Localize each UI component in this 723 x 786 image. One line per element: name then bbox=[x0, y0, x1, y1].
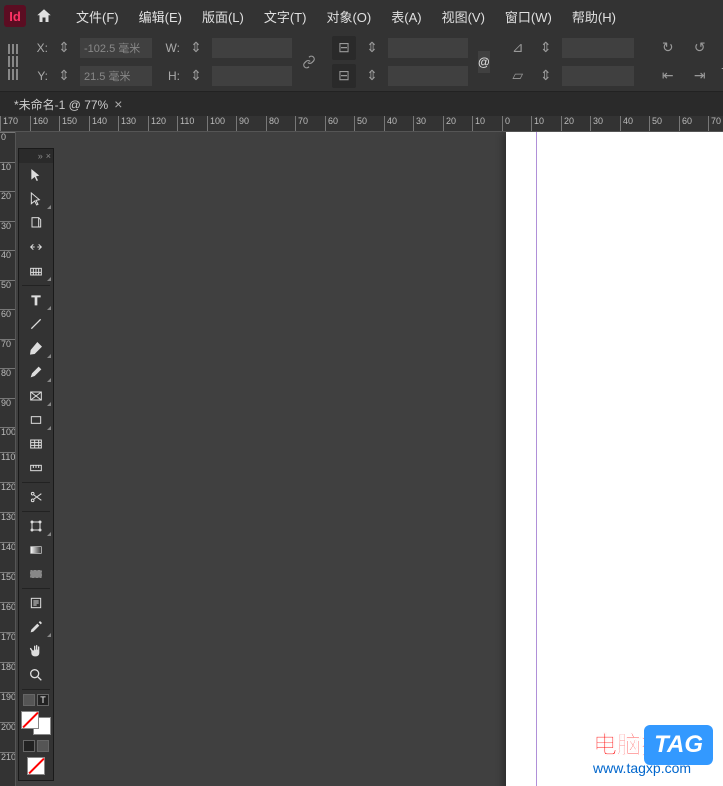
scale-y-icon[interactable]: ⊟ bbox=[332, 64, 356, 88]
document-page[interactable] bbox=[506, 132, 723, 786]
canvas-area[interactable] bbox=[16, 132, 723, 786]
shear-stepper[interactable]: ⇕ bbox=[534, 64, 558, 88]
w-stepper-icon[interactable]: ⇕ bbox=[184, 36, 208, 60]
gap-tool[interactable] bbox=[19, 235, 53, 259]
selection-tool[interactable] bbox=[19, 163, 53, 187]
tab-title: *未命名-1 @ 77% bbox=[14, 96, 108, 113]
shear-icon: ▱ bbox=[506, 64, 530, 88]
toolbox-panel: » × T bbox=[18, 148, 54, 781]
fill-stroke-swatch[interactable] bbox=[19, 710, 53, 736]
format-container-swatch[interactable] bbox=[19, 756, 53, 778]
rotate-ccw-icon[interactable]: ↺ bbox=[688, 36, 712, 60]
menu-layout[interactable]: 版面(L) bbox=[192, 3, 254, 30]
scissors-tool[interactable] bbox=[19, 485, 53, 509]
vertical-ruler[interactable]: 0102030405060708090100110120130140150160… bbox=[0, 132, 16, 786]
main-area: 0102030405060708090100110120130140150160… bbox=[0, 132, 723, 786]
rotate-input[interactable] bbox=[562, 38, 634, 58]
scale-y-input[interactable] bbox=[388, 66, 468, 86]
type-tool[interactable] bbox=[19, 288, 53, 312]
note-tool[interactable] bbox=[19, 591, 53, 615]
document-tab-bar: *未命名-1 @ 77% × bbox=[0, 92, 723, 116]
toolbox-expand-button[interactable]: » bbox=[38, 151, 43, 161]
small-fill-swatch[interactable] bbox=[23, 694, 35, 706]
pen-tool[interactable] bbox=[19, 336, 53, 360]
gradient-feather-tool[interactable] bbox=[19, 562, 53, 586]
line-tool[interactable] bbox=[19, 312, 53, 336]
menu-view[interactable]: 视图(V) bbox=[432, 3, 495, 30]
page-tool[interactable] bbox=[19, 211, 53, 235]
flip-v-icon[interactable]: ⇥ bbox=[688, 64, 712, 88]
menu-window[interactable]: 窗口(W) bbox=[495, 3, 562, 30]
swap-fill-stroke[interactable] bbox=[37, 740, 49, 752]
x-input[interactable]: -102.5 毫米 bbox=[80, 38, 152, 58]
table-tool[interactable] bbox=[19, 432, 53, 456]
y-stepper-icon[interactable]: ⇕ bbox=[52, 64, 76, 88]
direct-selection-tool[interactable] bbox=[19, 187, 53, 211]
menu-table[interactable]: 表(A) bbox=[381, 3, 431, 30]
scale-x-icon[interactable]: ⊟ bbox=[332, 36, 356, 60]
scale-y-stepper[interactable]: ⇕ bbox=[360, 64, 384, 88]
fill-swatch[interactable] bbox=[21, 711, 39, 729]
apply-none-swatch[interactable] bbox=[27, 757, 45, 775]
toolbox-header: » × bbox=[19, 149, 53, 163]
shear-input[interactable] bbox=[562, 66, 634, 86]
menu-type[interactable]: 文字(T) bbox=[254, 3, 317, 30]
menu-object[interactable]: 对象(O) bbox=[316, 3, 381, 30]
horizontal-ruler[interactable]: 1701601501401301201101009080706050403020… bbox=[0, 116, 723, 132]
default-fill-stroke[interactable] bbox=[23, 740, 35, 752]
rotate-angle-icon: ⊿ bbox=[506, 36, 530, 60]
margin-guide bbox=[536, 132, 537, 786]
scale-x-stepper[interactable]: ⇕ bbox=[360, 36, 384, 60]
menu-file[interactable]: 文件(F) bbox=[66, 3, 129, 30]
w-input[interactable] bbox=[212, 38, 292, 58]
reference-point-grid[interactable] bbox=[8, 44, 18, 80]
angle-stepper[interactable]: ⇕ bbox=[534, 36, 558, 60]
app-icon: Id bbox=[4, 5, 26, 27]
content-collector-tool[interactable] bbox=[19, 259, 53, 283]
home-button[interactable] bbox=[32, 4, 56, 28]
rectangle-frame-tool[interactable] bbox=[19, 384, 53, 408]
zoom-tool[interactable] bbox=[19, 663, 53, 687]
constrain-link-icon[interactable] bbox=[302, 50, 316, 74]
free-transform-tool[interactable] bbox=[19, 514, 53, 538]
h-label: H: bbox=[162, 69, 180, 83]
scale-x-input[interactable] bbox=[388, 38, 468, 58]
menu-edit[interactable]: 编辑(E) bbox=[129, 3, 192, 30]
hand-tool[interactable] bbox=[19, 639, 53, 663]
rotate-cw-icon[interactable]: ↻ bbox=[656, 36, 680, 60]
w-label: W: bbox=[162, 41, 180, 55]
tab-close-button[interactable]: × bbox=[114, 96, 122, 112]
menu-help[interactable]: 帮助(H) bbox=[562, 3, 626, 30]
measure-tool[interactable] bbox=[19, 456, 53, 480]
h-input[interactable] bbox=[212, 66, 292, 86]
paperclip-icon[interactable]: @ bbox=[478, 51, 490, 73]
small-text-swatch[interactable]: T bbox=[37, 694, 49, 706]
control-bar: X: ⇕ -102.5 毫米 Y: ⇕ 21.5 毫米 W: ⇕ H: ⇕ ⊟ … bbox=[0, 32, 723, 92]
x-stepper-icon[interactable]: ⇕ bbox=[52, 36, 76, 60]
rectangle-tool[interactable] bbox=[19, 408, 53, 432]
h-stepper-icon[interactable]: ⇕ bbox=[184, 64, 208, 88]
eyedropper-tool[interactable] bbox=[19, 615, 53, 639]
document-tab[interactable]: *未命名-1 @ 77% × bbox=[8, 94, 128, 115]
pencil-tool[interactable] bbox=[19, 360, 53, 384]
toolbox-close-button[interactable]: × bbox=[46, 151, 51, 161]
y-label: Y: bbox=[30, 69, 48, 83]
y-input[interactable]: 21.5 毫米 bbox=[80, 66, 152, 86]
gradient-swatch-tool[interactable] bbox=[19, 538, 53, 562]
menubar: Id 文件(F) 编辑(E) 版面(L) 文字(T) 对象(O) 表(A) 视图… bbox=[0, 0, 723, 32]
flip-h-icon[interactable]: ⇤ bbox=[656, 64, 680, 88]
x-label: X: bbox=[30, 41, 48, 55]
